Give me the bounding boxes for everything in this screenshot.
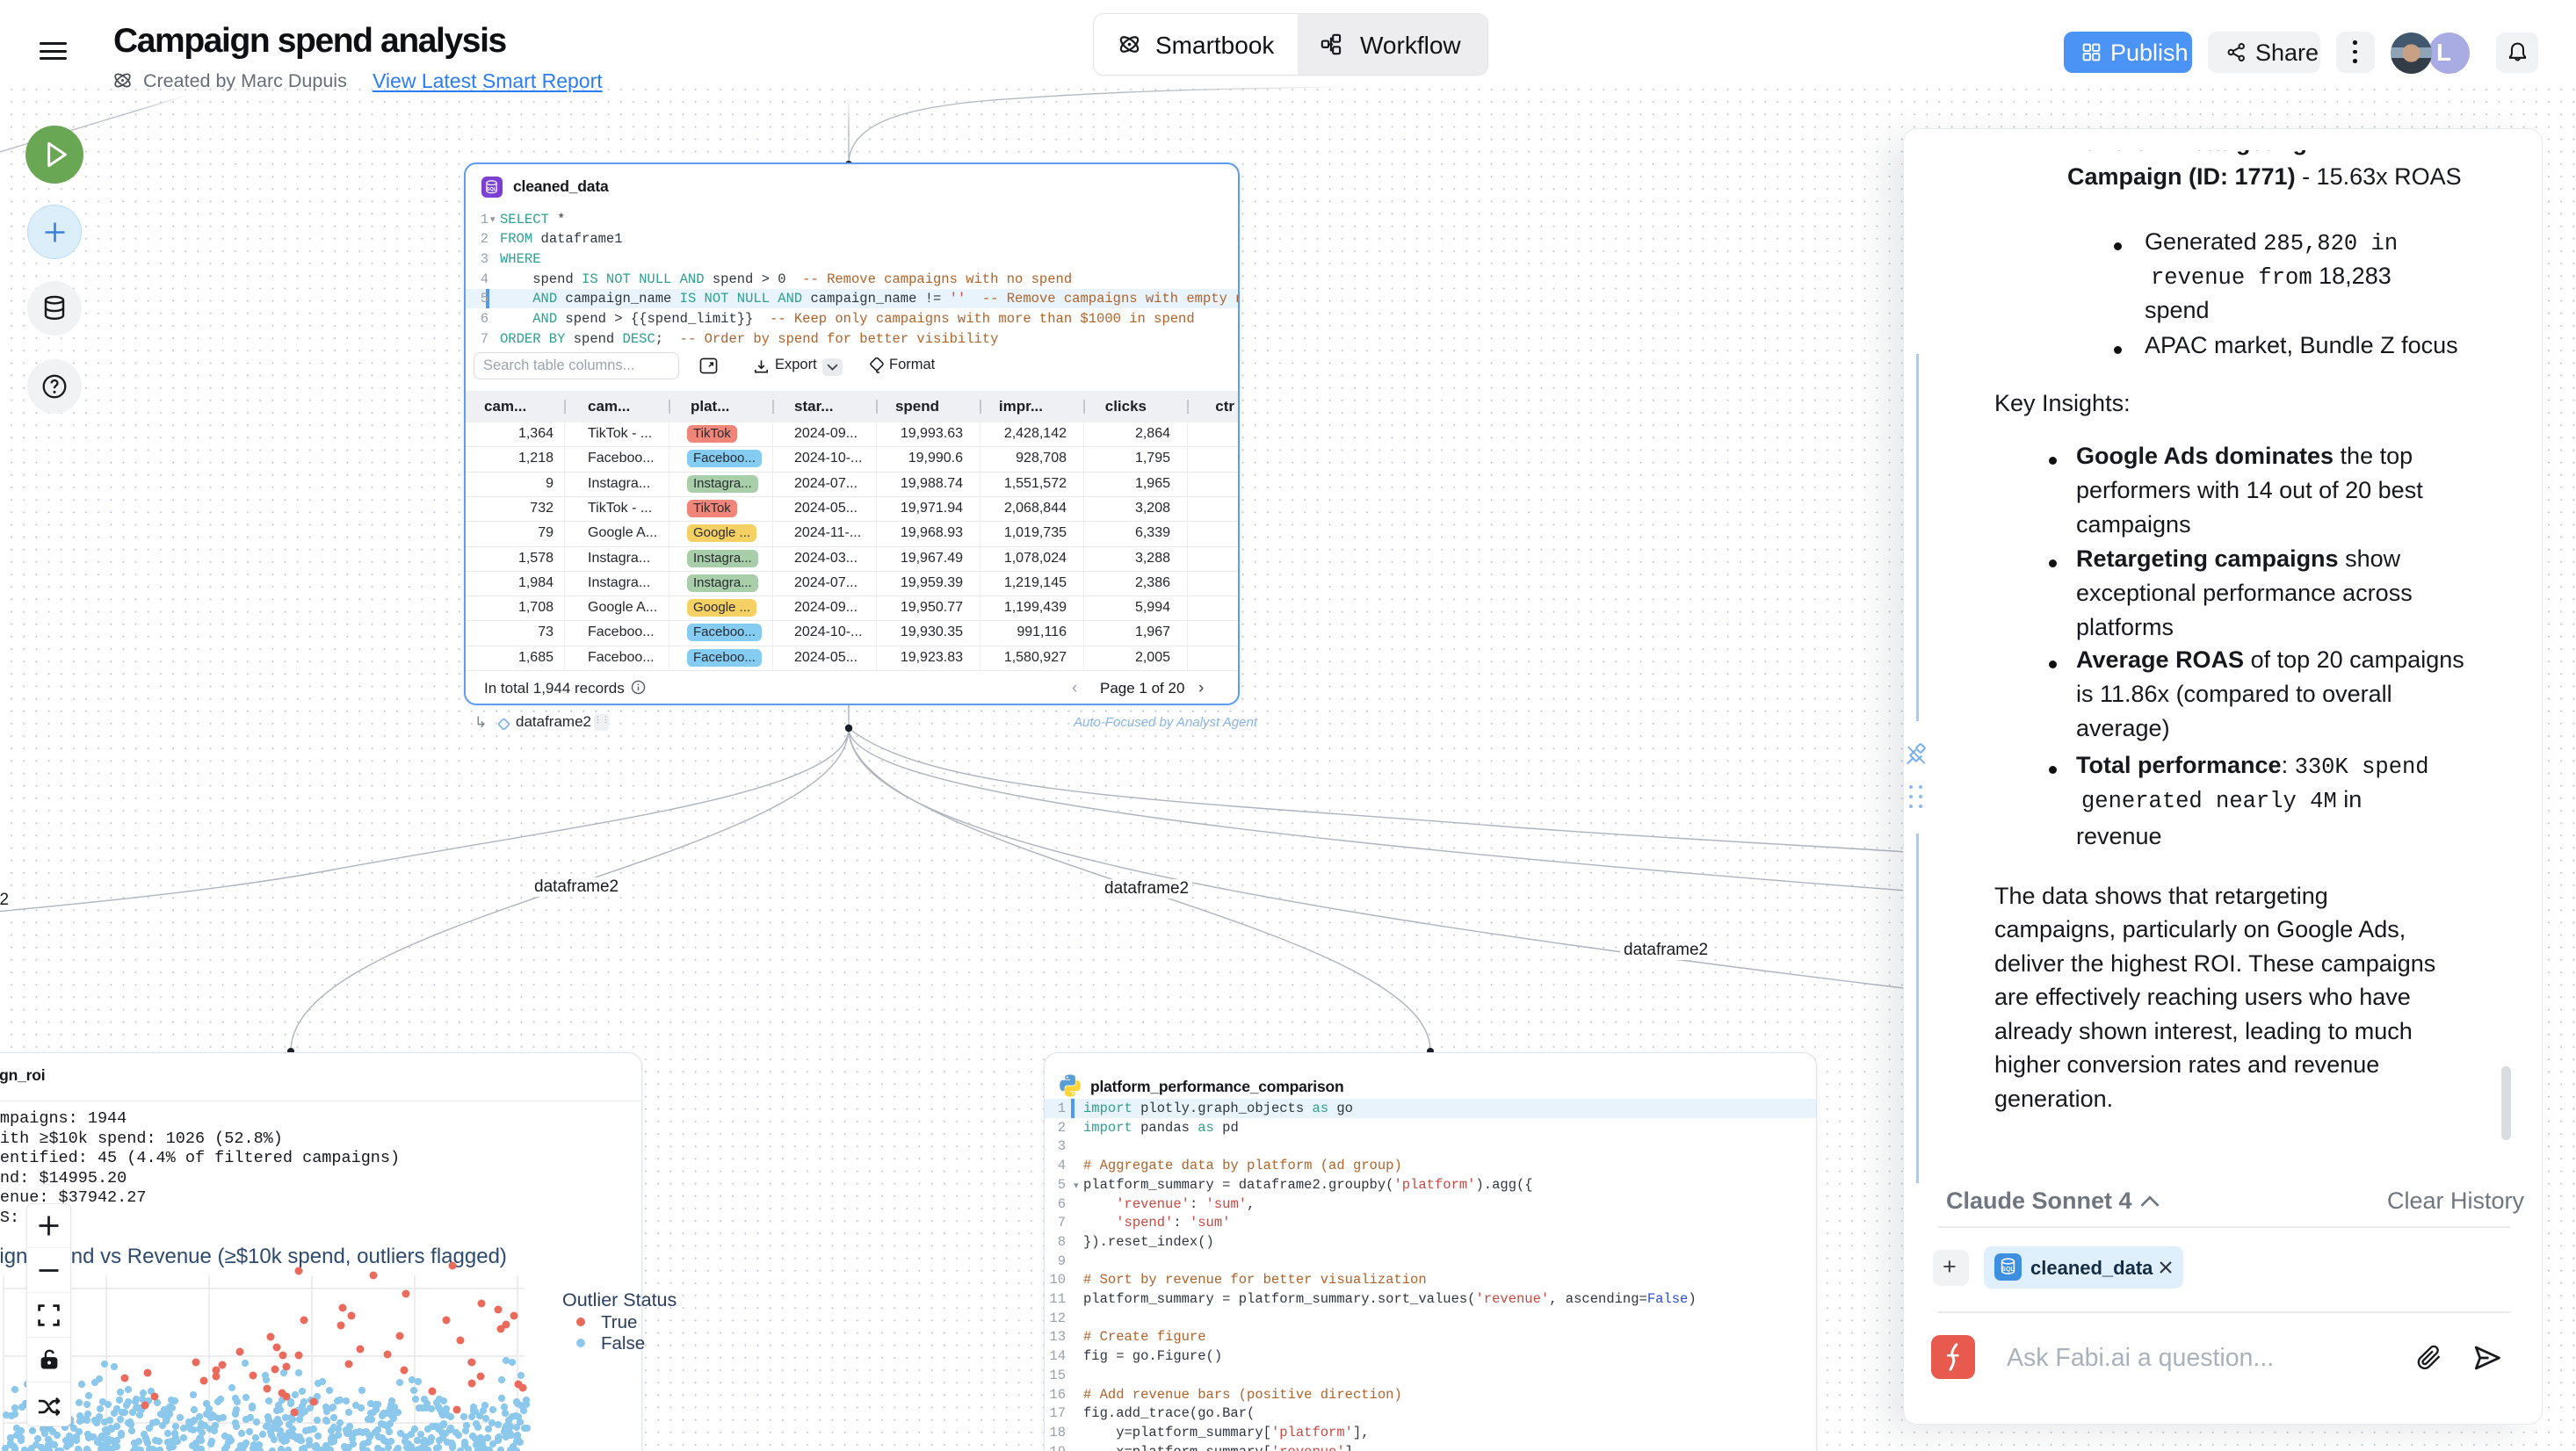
- svg-text:SQL: SQL: [2001, 1267, 2015, 1273]
